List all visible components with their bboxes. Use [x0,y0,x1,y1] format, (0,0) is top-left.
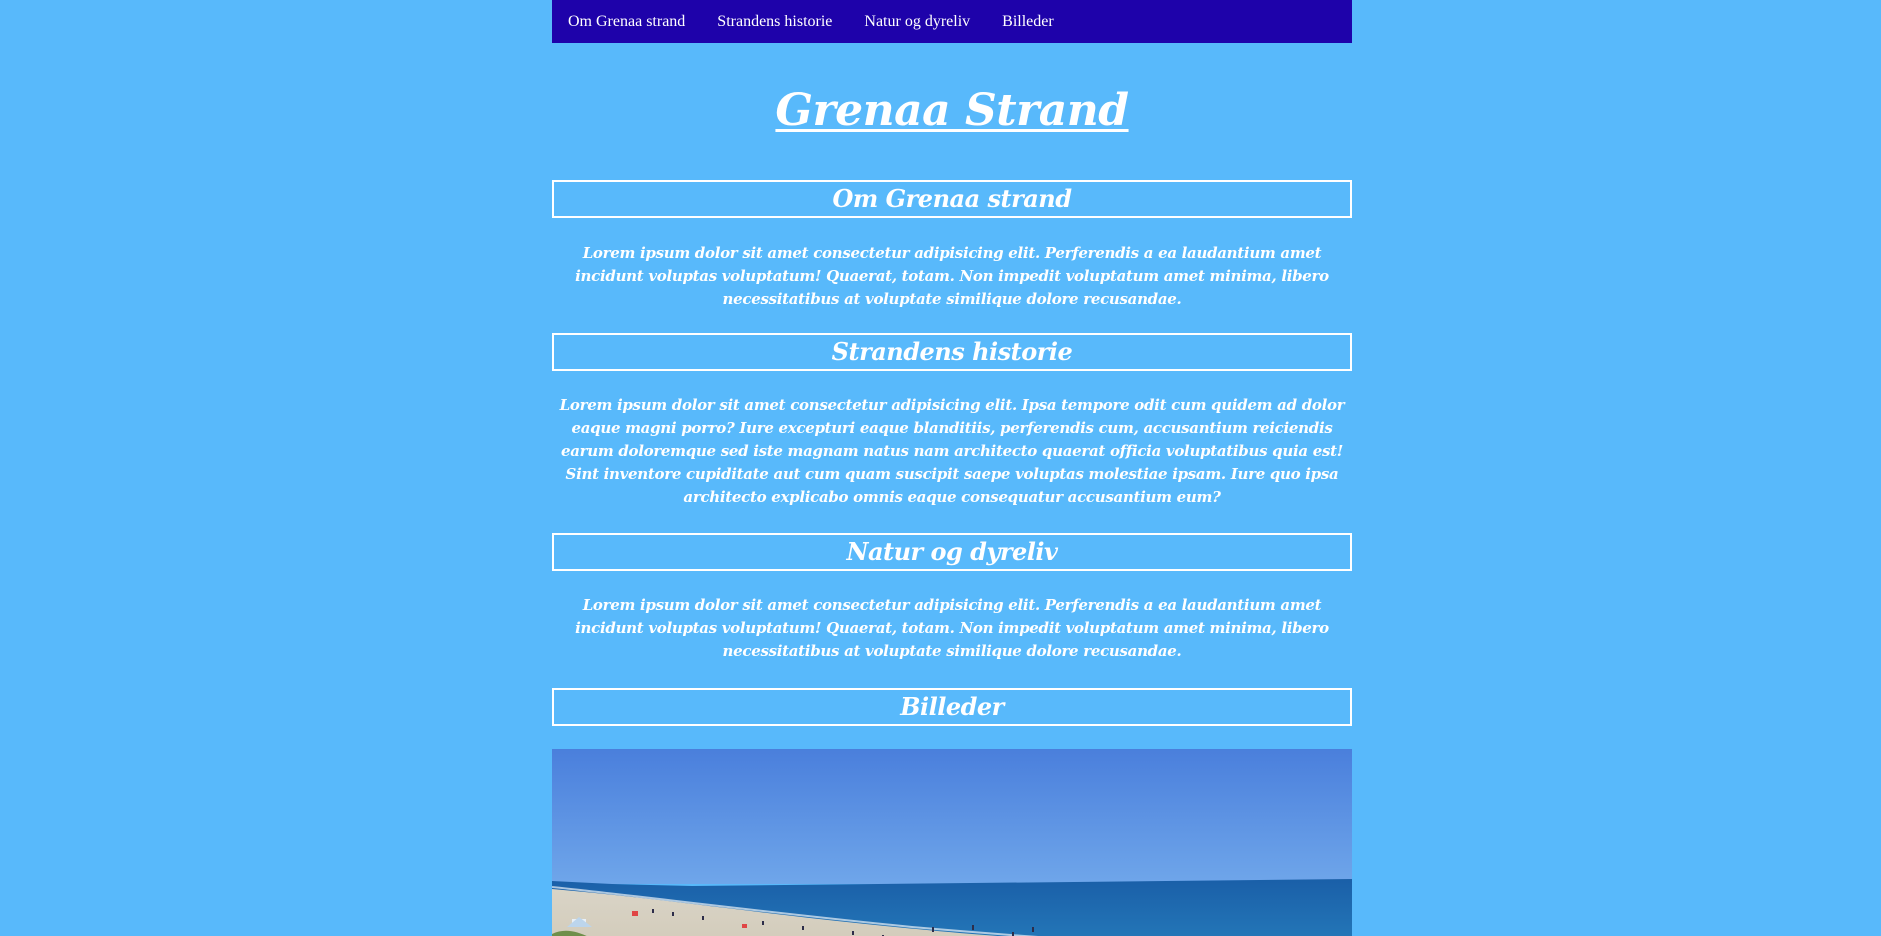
section-text-natur-og-dyreliv: Lorem ipsum dolor sit amet consectetur a… [575,596,1329,660]
section-text-om-grenaa-strand: Lorem ipsum dolor sit amet consectetur a… [575,244,1329,308]
section-heading-billeder: Billeder [552,688,1352,726]
section-heading-natur-og-dyreliv: Natur og dyreliv [552,533,1352,571]
section-heading-om-grenaa-strand: Om Grenaa strand [552,180,1352,218]
nav-link-strandens-historie[interactable]: Strandens historie [717,13,832,31]
page-title: Grenaa Strand [775,85,1129,136]
section-heading-strandens-historie: Strandens historie [552,333,1352,371]
section-text-strandens-historie: Lorem ipsum dolor sit amet consectetur a… [559,396,1345,506]
beach-photo-illustration [552,749,1352,936]
nav-link-natur-og-dyreliv[interactable]: Natur og dyreliv [864,13,970,31]
top-navigation: Om Grenaa strand Strandens historie Natu… [552,0,1352,43]
title-wrapper: Grenaa Strand [552,84,1352,180]
nav-link-om-grenaa-strand[interactable]: Om Grenaa strand [568,13,685,31]
page-container: Om Grenaa strand Strandens historie Natu… [552,0,1352,936]
beach-photo [552,749,1352,936]
nav-link-billeder[interactable]: Billeder [1002,13,1054,31]
